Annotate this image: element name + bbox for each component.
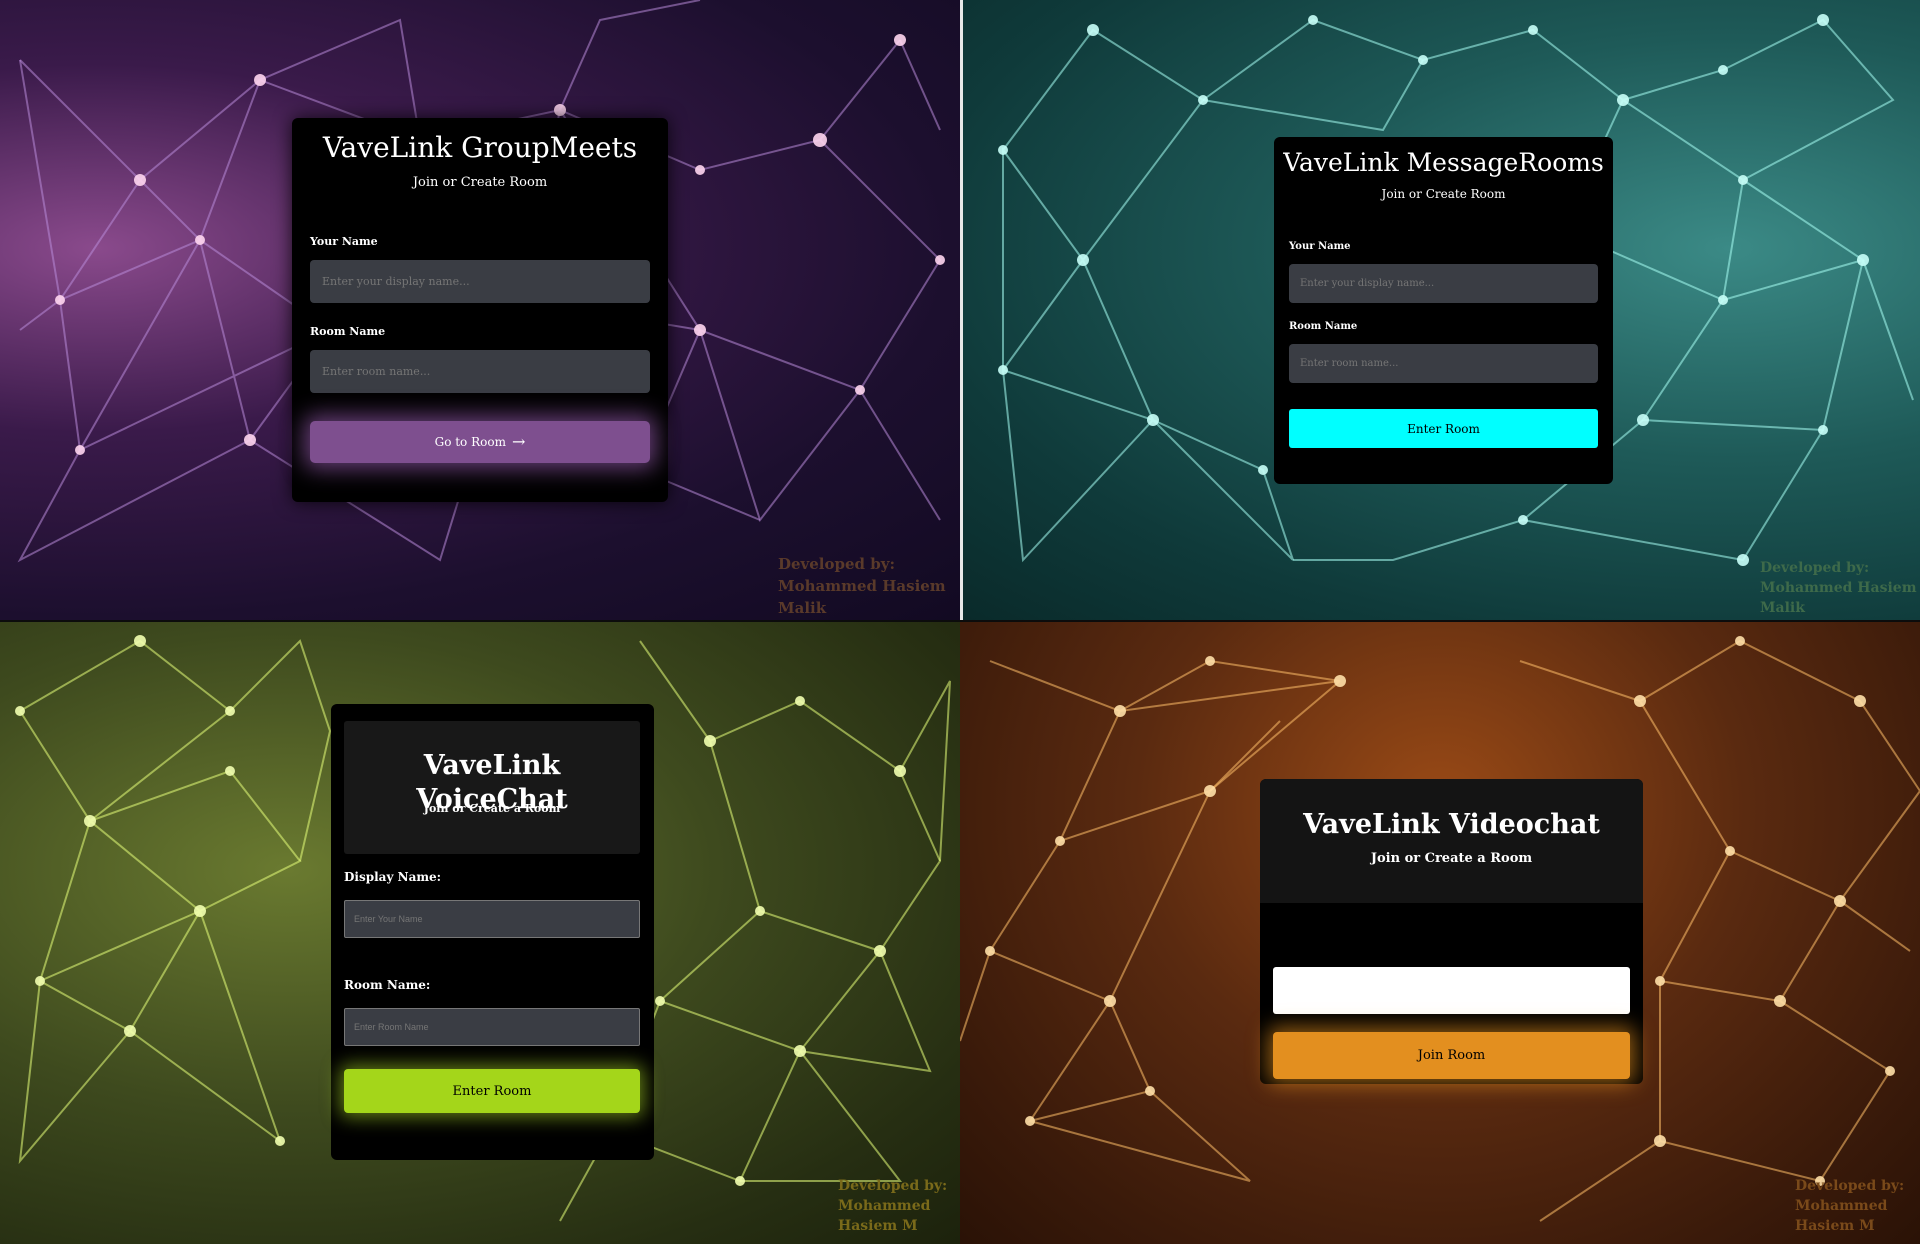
go-to-room-button[interactable]: Go to Room → xyxy=(310,421,650,463)
credit-heading: Developed by: xyxy=(838,1178,948,1194)
credit-author: Mohammed Hasiem Malik xyxy=(1760,580,1917,616)
credit-author: Mohammed Hasiem M xyxy=(1795,1198,1888,1234)
login-card: VaveLink GroupMeets Join or Create Room … xyxy=(292,118,668,502)
room-name-input[interactable] xyxy=(344,1008,640,1046)
developer-credit: Developed by: Mohammed Hasiem M xyxy=(838,1176,960,1236)
developer-credit: Developed by: Mohammed Hasiem M xyxy=(1795,1176,1920,1236)
card-title: VaveLink GroupMeets xyxy=(322,131,638,164)
room-input[interactable] xyxy=(1273,967,1630,1014)
card-header: VaveLink VoiceChat Join or Create a Room xyxy=(344,721,640,854)
room-label: Room Name xyxy=(310,325,386,338)
credit-heading: Developed by: xyxy=(1760,560,1870,576)
login-card: VaveLink MessageRooms Join or Create Roo… xyxy=(1274,137,1613,484)
enter-room-button[interactable]: Enter Room xyxy=(344,1069,640,1113)
card-subtitle: Join or Create a Room xyxy=(1370,851,1533,866)
card-subtitle: Join or Create a Room xyxy=(423,802,561,815)
display-name-input[interactable] xyxy=(1289,264,1598,303)
voicechat-panel: VaveLink VoiceChat Join or Create a Room… xyxy=(0,621,960,1244)
arrow-right-icon: → xyxy=(511,432,526,451)
developer-credit: Developed by: Mohammed Hasiem Malik xyxy=(1760,558,1920,618)
groupmeets-panel: VaveLink GroupMeets Join or Create Room … xyxy=(0,0,960,621)
credit-author: Mohammed Hasiem Malik xyxy=(778,577,946,617)
credit-author: Mohammed Hasiem M xyxy=(838,1198,931,1234)
enter-room-button[interactable]: Enter Room xyxy=(1289,409,1598,448)
credit-heading: Developed by: xyxy=(1795,1178,1905,1194)
card-subtitle: Join or Create Room xyxy=(412,175,548,190)
videochat-panel: VaveLink Videochat Join or Create a Room… xyxy=(960,621,1920,1244)
panel-divider xyxy=(0,620,1920,622)
login-card: VaveLink Videochat Join or Create a Room… xyxy=(1260,779,1643,1084)
name-label: Your Name xyxy=(1289,241,1351,252)
room-name-input[interactable] xyxy=(310,350,650,393)
card-subtitle: Join or Create Room xyxy=(1381,187,1506,201)
join-room-button[interactable]: Join Room xyxy=(1273,1032,1630,1079)
card-title: VaveLink Videochat xyxy=(1303,809,1600,840)
name-label: Display Name: xyxy=(344,870,442,884)
display-name-input[interactable] xyxy=(344,900,640,938)
card-header: VaveLink Videochat Join or Create a Room xyxy=(1260,779,1643,903)
credit-heading: Developed by: xyxy=(778,555,895,573)
button-label: Go to Room xyxy=(434,435,506,449)
room-label: Room Name xyxy=(1289,321,1358,332)
name-label: Your Name xyxy=(310,235,378,248)
room-label: Room Name: xyxy=(344,978,431,992)
card-title: VaveLink MessageRooms xyxy=(1283,148,1604,177)
messagerooms-panel: VaveLink MessageRooms Join or Create Roo… xyxy=(963,0,1920,621)
developer-credit: Developed by: Mohammed Hasiem Malik xyxy=(778,553,960,619)
login-card: VaveLink VoiceChat Join or Create a Room… xyxy=(331,704,654,1160)
room-name-input[interactable] xyxy=(1289,344,1598,383)
display-name-input[interactable] xyxy=(310,260,650,303)
